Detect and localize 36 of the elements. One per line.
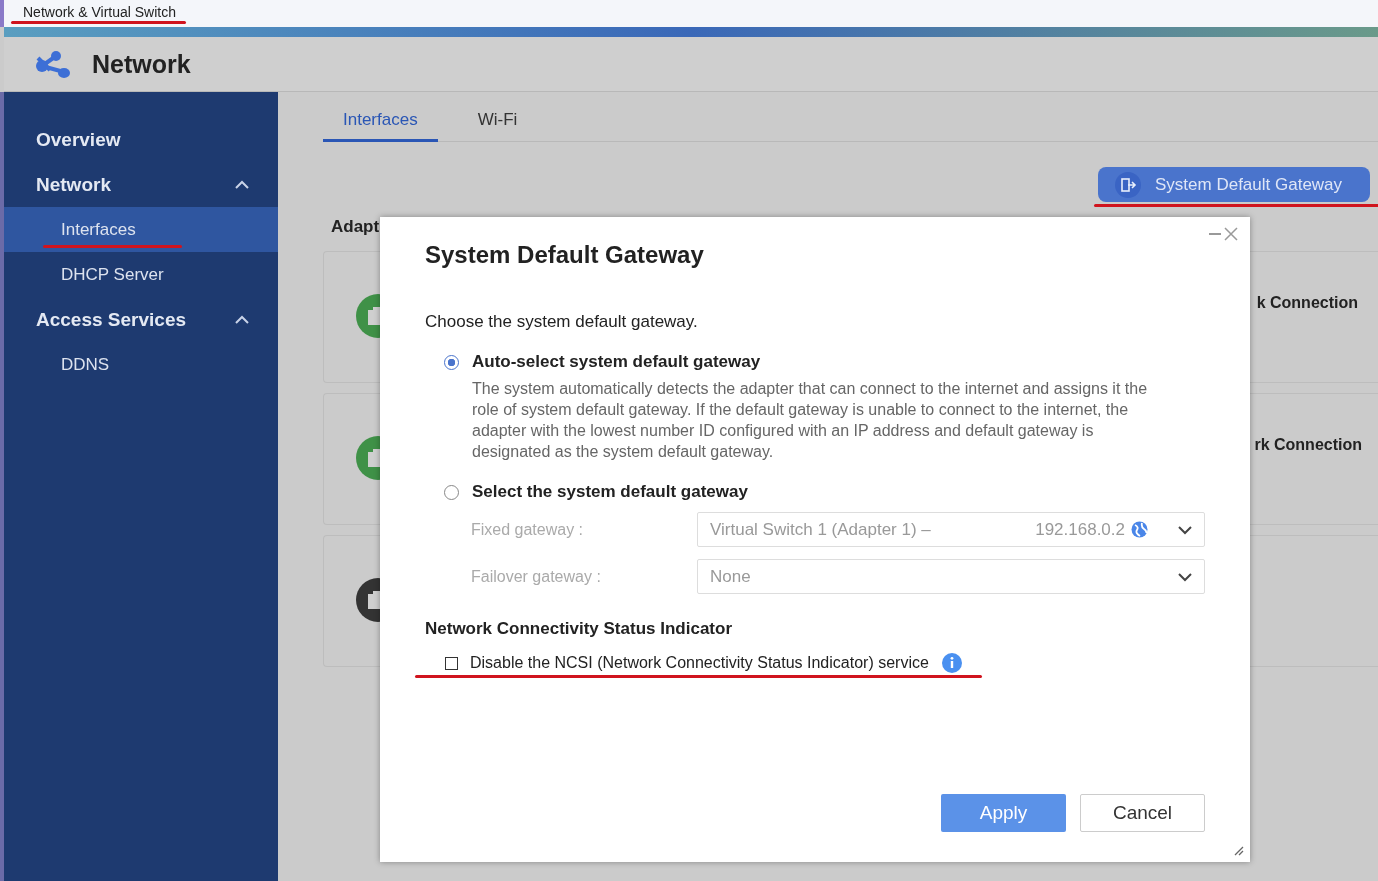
option-label[interactable]: Select the system default gateway	[472, 482, 748, 502]
section-label: Adapt	[331, 217, 380, 236]
field-label: Failover gateway :	[470, 567, 602, 586]
sidebar-group[interactable]: Network	[4, 162, 278, 207]
chevron-down-icon	[1178, 571, 1192, 582]
network-nodes-icon	[34, 48, 72, 80]
sidebar-item[interactable]: DHCP Server	[4, 252, 278, 297]
checkbox[interactable]	[445, 656, 458, 670]
tab[interactable]: Interfaces	[323, 110, 438, 142]
resize-grip-icon[interactable]	[1234, 846, 1244, 856]
field-label: Fixed gateway :	[470, 520, 585, 539]
chevron-down-icon	[1178, 524, 1192, 535]
globe-icon	[1131, 521, 1148, 538]
exit-door-icon	[1115, 171, 1141, 198]
close-icon[interactable]	[1224, 227, 1238, 241]
radio-button[interactable]	[444, 354, 459, 370]
sidebar-item[interactable]: Overview	[4, 117, 278, 162]
chevron-up-icon[interactable]	[234, 313, 250, 326]
section-title: Network Connectivity Status Indicator	[425, 619, 733, 639]
checkbox-label[interactable]: Disable the NCSI (Network Connectivity Status Indicator) service	[470, 654, 929, 672]
app-title: Network & Virtual Switch	[23, 4, 176, 20]
radio-button[interactable]	[444, 484, 459, 500]
connection-label: rk Connection	[1254, 436, 1362, 454]
app-header-title: Network	[92, 49, 191, 79]
option-label[interactable]: Auto-select system default gateway	[472, 352, 761, 372]
sidebar-item[interactable]: DDNS	[4, 342, 278, 387]
sidebar-item[interactable]: Interfaces	[4, 207, 278, 252]
connection-label: k Connection	[1256, 294, 1358, 312]
cancel-button[interactable]: Cancel	[1080, 794, 1205, 832]
option-description: The system automatically detects the adapter that can connect to the internet and assigns it the role of system default gateway. If the default gateway is unable to connect to the internet, the adapter with the lowest number ID configured with an IP address and default gateway is designated as the system default gateway.	[471, 379, 1149, 462]
chevron-up-icon[interactable]	[234, 178, 250, 191]
sidebar-group[interactable]: Access Services	[4, 297, 278, 342]
tab[interactable]: Wi-Fi	[457, 110, 538, 142]
prompt-text: Choose the system default gateway.	[425, 312, 699, 332]
dialog-title: System Default Gateway	[425, 241, 705, 269]
info-icon[interactable]	[941, 653, 962, 673]
